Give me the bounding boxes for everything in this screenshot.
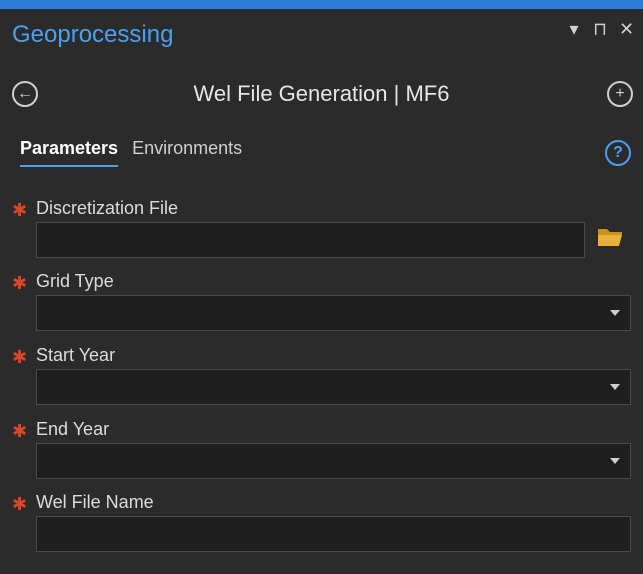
tab-parameters[interactable]: Parameters bbox=[20, 138, 119, 167]
required-icon: ✱ bbox=[12, 421, 28, 441]
param-label: Wel File Name bbox=[36, 492, 154, 512]
required-icon: ✱ bbox=[12, 347, 28, 367]
top-accent-bar bbox=[0, 0, 643, 9]
header-icons: ▾ ⊓ ✕ bbox=[567, 19, 634, 40]
discretization-file-input[interactable] bbox=[36, 222, 585, 258]
param-label: Start Year bbox=[36, 345, 116, 365]
end-year-dropdown[interactable] bbox=[36, 443, 631, 479]
options-menu-icon[interactable]: ▾ bbox=[567, 19, 581, 40]
start-year-dropdown[interactable] bbox=[36, 369, 631, 405]
required-icon: ✱ bbox=[12, 200, 28, 220]
tab-environments[interactable]: Environments bbox=[132, 138, 242, 167]
grid-type-dropdown[interactable] bbox=[36, 295, 631, 331]
pane-title: Geoprocessing bbox=[12, 21, 174, 48]
param-label: Discretization File bbox=[36, 198, 179, 218]
tabs: Parameters Environments bbox=[20, 138, 242, 167]
param-label: Grid Type bbox=[36, 271, 114, 291]
chevron-down-icon bbox=[610, 310, 620, 316]
pin-icon[interactable]: ⊓ bbox=[593, 19, 607, 40]
required-icon: ✱ bbox=[12, 494, 28, 514]
wel-file-name-input[interactable] bbox=[36, 516, 631, 552]
chevron-down-icon bbox=[610, 458, 620, 464]
chevron-down-icon bbox=[610, 384, 620, 390]
required-icon: ✱ bbox=[12, 273, 28, 293]
param-label: End Year bbox=[36, 419, 110, 439]
help-icon[interactable]: ? bbox=[605, 140, 631, 166]
plus-icon: + bbox=[615, 85, 625, 102]
folder-browse-icon[interactable] bbox=[596, 224, 624, 248]
tool-row: ← Wel File Generation | MF6 + bbox=[0, 75, 643, 115]
add-button[interactable]: + bbox=[607, 81, 633, 107]
tool-title: Wel File Generation | MF6 bbox=[193, 81, 450, 106]
pane-header: Geoprocessing ▾ ⊓ ✕ bbox=[0, 9, 643, 61]
close-icon[interactable]: ✕ bbox=[619, 19, 634, 40]
